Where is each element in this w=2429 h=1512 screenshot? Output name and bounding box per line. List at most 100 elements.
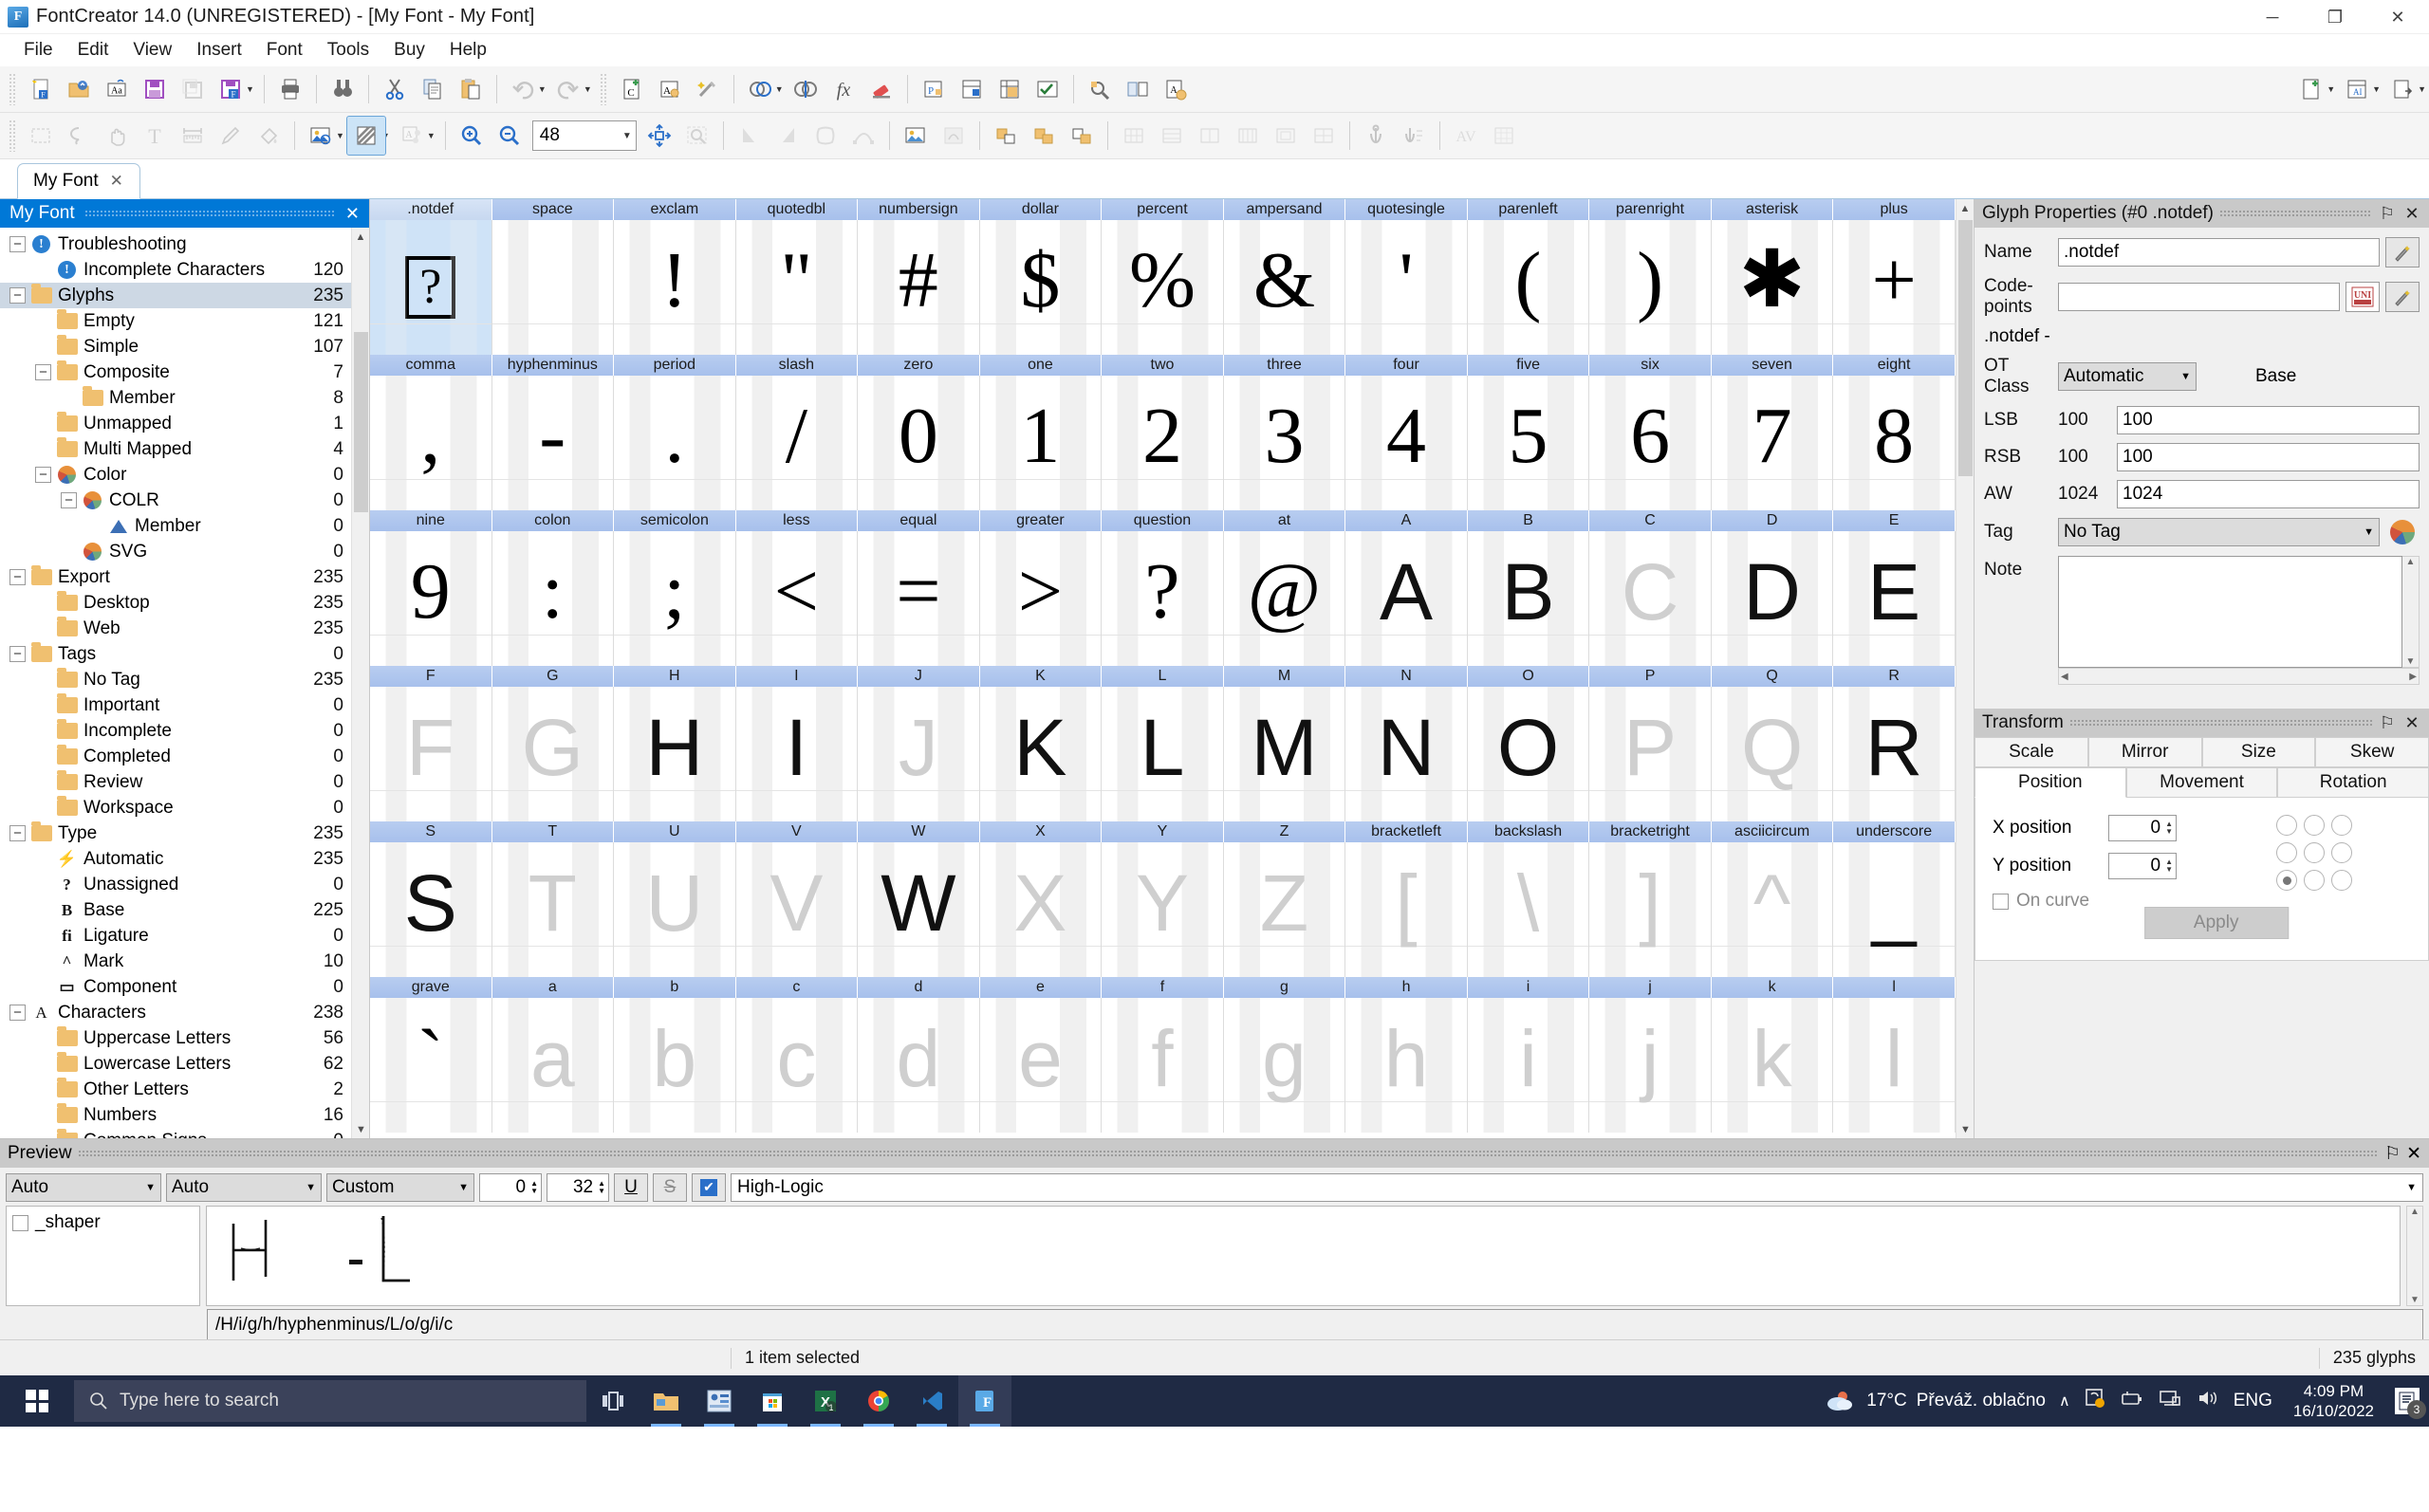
glyph-cell[interactable]: X — [979, 842, 1103, 977]
chevron-down-icon[interactable]: ▼ — [2180, 371, 2191, 382]
on-curve-checkbox[interactable] — [1993, 893, 2009, 910]
toolbar-grip[interactable] — [9, 120, 17, 152]
glyph-grid-scrollbar[interactable]: ▲ ▼ — [1956, 199, 1974, 1138]
glyph-cell[interactable]: 0 — [858, 376, 980, 510]
glyph-header-cell[interactable]: question — [1102, 510, 1224, 531]
glyph-cell[interactable]: ? — [370, 220, 492, 355]
glyph-header-cell[interactable]: b — [614, 977, 736, 998]
glyph-header-cell[interactable]: H — [614, 666, 736, 687]
glyph-header-cell[interactable]: l — [1833, 977, 1956, 998]
y-position-stepper[interactable]: 0 ▲ ▼ — [2108, 853, 2177, 879]
tab-size[interactable]: Size — [2201, 737, 2316, 767]
tree-item-component[interactable]: ▭ Component 0 — [0, 974, 351, 1000]
name-wand-icon[interactable] — [2385, 237, 2420, 267]
lsb-input[interactable]: 100 — [2117, 406, 2420, 434]
tree-item-simple[interactable]: Simple 107 — [0, 334, 351, 360]
glyph-header-cell[interactable]: zero — [858, 355, 980, 376]
tree-item-mark[interactable]: ^ Mark 10 — [0, 949, 351, 974]
tree-scrollbar[interactable]: ▲ ▼ — [351, 228, 369, 1138]
glyph-header-cell[interactable]: h — [1345, 977, 1468, 998]
glyph-header-cell[interactable]: f — [1102, 977, 1224, 998]
glyph-cell[interactable]: e — [979, 998, 1103, 1133]
tab-skew[interactable]: Skew — [2315, 737, 2429, 767]
lasso-icon[interactable] — [60, 117, 98, 155]
taskview-icon[interactable] — [586, 1375, 640, 1427]
taskbar-clock[interactable]: 4:09 PM 16/10/2022 — [2286, 1381, 2382, 1422]
ot-class-select[interactable]: Automatic ▼ — [2058, 362, 2197, 391]
glyph-header-cell[interactable]: parenleft — [1467, 199, 1590, 220]
tree-item-export[interactable]: − Export 235 — [0, 564, 351, 590]
glyph-cell[interactable]: . — [614, 376, 736, 510]
glyph-header-cell[interactable]: one — [979, 355, 1103, 376]
glyph-cell[interactable]: A — [1345, 531, 1468, 666]
tree-item-numbers[interactable]: Numbers 16 — [0, 1102, 351, 1128]
glyph-cell[interactable]: a — [491, 998, 615, 1133]
glyph-cell[interactable]: Z — [1223, 842, 1346, 977]
anchor-bottom-right[interactable] — [2331, 870, 2352, 891]
copy-icon[interactable] — [414, 70, 452, 108]
glyph-header-cell[interactable]: .notdef — [370, 199, 492, 220]
metrics-icon[interactable] — [991, 70, 1029, 108]
scroll-down-icon[interactable]: ▼ — [2406, 656, 2416, 667]
close-icon[interactable]: ✕ — [345, 204, 360, 224]
glyph-header-cell[interactable]: c — [735, 977, 859, 998]
glyph-cell[interactable]: < — [735, 531, 859, 666]
glyph-cell[interactable]: / — [735, 376, 859, 510]
glyph-header-cell[interactable]: bracketright — [1589, 821, 1712, 842]
shaper-feature-list[interactable]: _shaper — [6, 1206, 200, 1306]
google-chrome-icon[interactable] — [852, 1375, 905, 1427]
apply-button[interactable]: Apply — [2143, 907, 2289, 939]
glyph-cell[interactable]: T — [491, 842, 615, 977]
redo-icon[interactable] — [549, 70, 587, 108]
grid-2-icon[interactable] — [1153, 117, 1191, 155]
glyph-header-cell[interactable]: underscore — [1833, 821, 1956, 842]
menu-tools[interactable]: Tools — [315, 36, 381, 65]
rsb-input[interactable]: 100 — [2117, 443, 2420, 471]
undo-icon[interactable] — [504, 70, 542, 108]
tree-item-no-tag[interactable]: No Tag 235 — [0, 667, 351, 692]
tree-expander-icon[interactable]: − — [35, 467, 51, 483]
preview-engine-combobox[interactable]: High-Logic ▼ — [731, 1172, 2423, 1202]
minimize-button[interactable]: ─ — [2241, 0, 2304, 34]
glyph-cell[interactable]: \ — [1467, 842, 1590, 977]
scroll-down-icon[interactable]: ▼ — [352, 1120, 369, 1138]
glyph-cell[interactable]: : — [491, 531, 615, 666]
glyph-name-input[interactable]: .notdef — [2058, 238, 2380, 267]
glyph-header-cell[interactable]: I — [735, 666, 859, 687]
glyph-header-cell[interactable]: J — [858, 666, 980, 687]
glyph-header-cell[interactable]: k — [1711, 977, 1834, 998]
shaper-item[interactable]: _shaper — [12, 1212, 194, 1233]
strikethrough-toggle[interactable]: S — [653, 1172, 687, 1202]
chevron-down-icon[interactable]: ▼ — [145, 1182, 156, 1193]
x-position-stepper[interactable]: 0 ▲ ▼ — [2108, 815, 2177, 841]
glyph-cell[interactable]: k — [1711, 998, 1834, 1133]
glyph-cell[interactable]: ] — [1589, 842, 1712, 977]
save-icon[interactable] — [136, 70, 174, 108]
anchor-middle-right[interactable] — [2331, 842, 2352, 863]
glyph-header-cell[interactable]: quotesingle — [1345, 199, 1468, 220]
mode-select[interactable]: Custom ▼ — [326, 1172, 474, 1202]
glyph-cell[interactable]: C — [1589, 531, 1712, 666]
glyph-header-cell[interactable]: U — [614, 821, 736, 842]
image-preview-icon[interactable] — [302, 117, 340, 155]
preview-text-input[interactable]: /H/i/g/h/hyphenminus/L/o/g/i/c — [207, 1309, 2423, 1341]
glyph-grid-icon[interactable] — [1485, 117, 1523, 155]
unicode-icon[interactable]: UNI — [2346, 282, 2380, 312]
glyph-overlay-icon[interactable]: A — [393, 117, 431, 155]
glyph-cell[interactable]: U — [614, 842, 736, 977]
tab-mirror[interactable]: Mirror — [2087, 737, 2202, 767]
close-icon[interactable]: ✕ — [110, 172, 123, 191]
anchor-top-right[interactable] — [2331, 815, 2352, 836]
anchor-top-left[interactable] — [2276, 815, 2297, 836]
glyph-cell[interactable]: # — [858, 220, 980, 355]
glyph-cell[interactable]: E — [1833, 531, 1956, 666]
glyph-header-cell[interactable]: five — [1467, 355, 1590, 376]
print-icon[interactable] — [271, 70, 309, 108]
glyph-cell[interactable]: j — [1589, 998, 1712, 1133]
glyph-header-cell[interactable]: Z — [1223, 821, 1346, 842]
glyph-cell[interactable]: b — [614, 998, 736, 1133]
glyph-cell[interactable]: 7 — [1711, 376, 1834, 510]
tree-item-completed[interactable]: Completed 0 — [0, 744, 351, 769]
glyph-header-cell[interactable]: nine — [370, 510, 492, 531]
glyph-header-cell[interactable]: plus — [1833, 199, 1956, 220]
